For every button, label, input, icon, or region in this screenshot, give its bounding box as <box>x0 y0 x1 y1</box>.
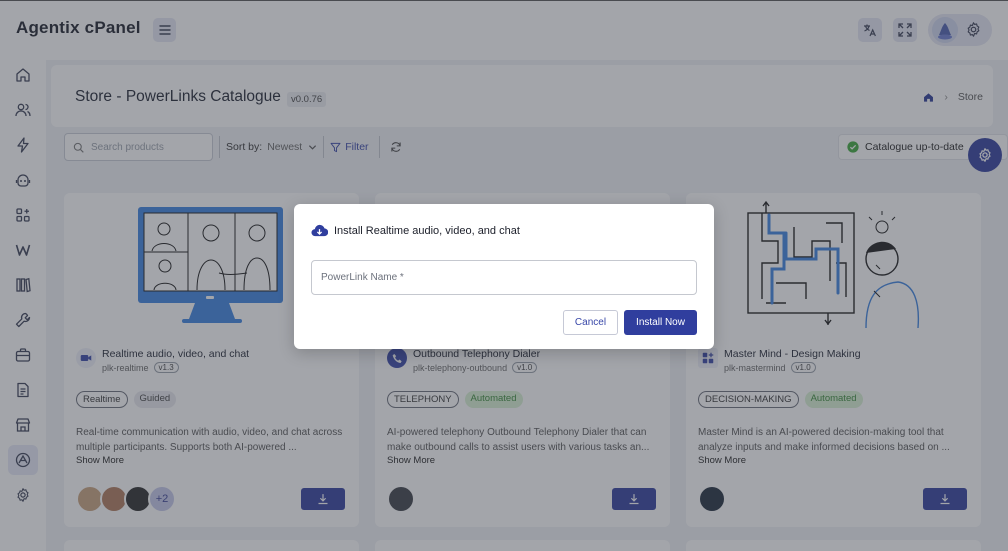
dialog-header: Install Realtime audio, video, and chat <box>311 224 520 237</box>
dialog-title: Install Realtime audio, video, and chat <box>334 224 520 237</box>
install-dialog: Install Realtime audio, video, and chat … <box>294 204 714 349</box>
cancel-button[interactable]: Cancel <box>563 310 618 335</box>
install-now-button[interactable]: Install Now <box>624 310 697 335</box>
powerlink-name-input[interactable] <box>311 260 697 295</box>
cloud-download-icon <box>311 224 328 237</box>
